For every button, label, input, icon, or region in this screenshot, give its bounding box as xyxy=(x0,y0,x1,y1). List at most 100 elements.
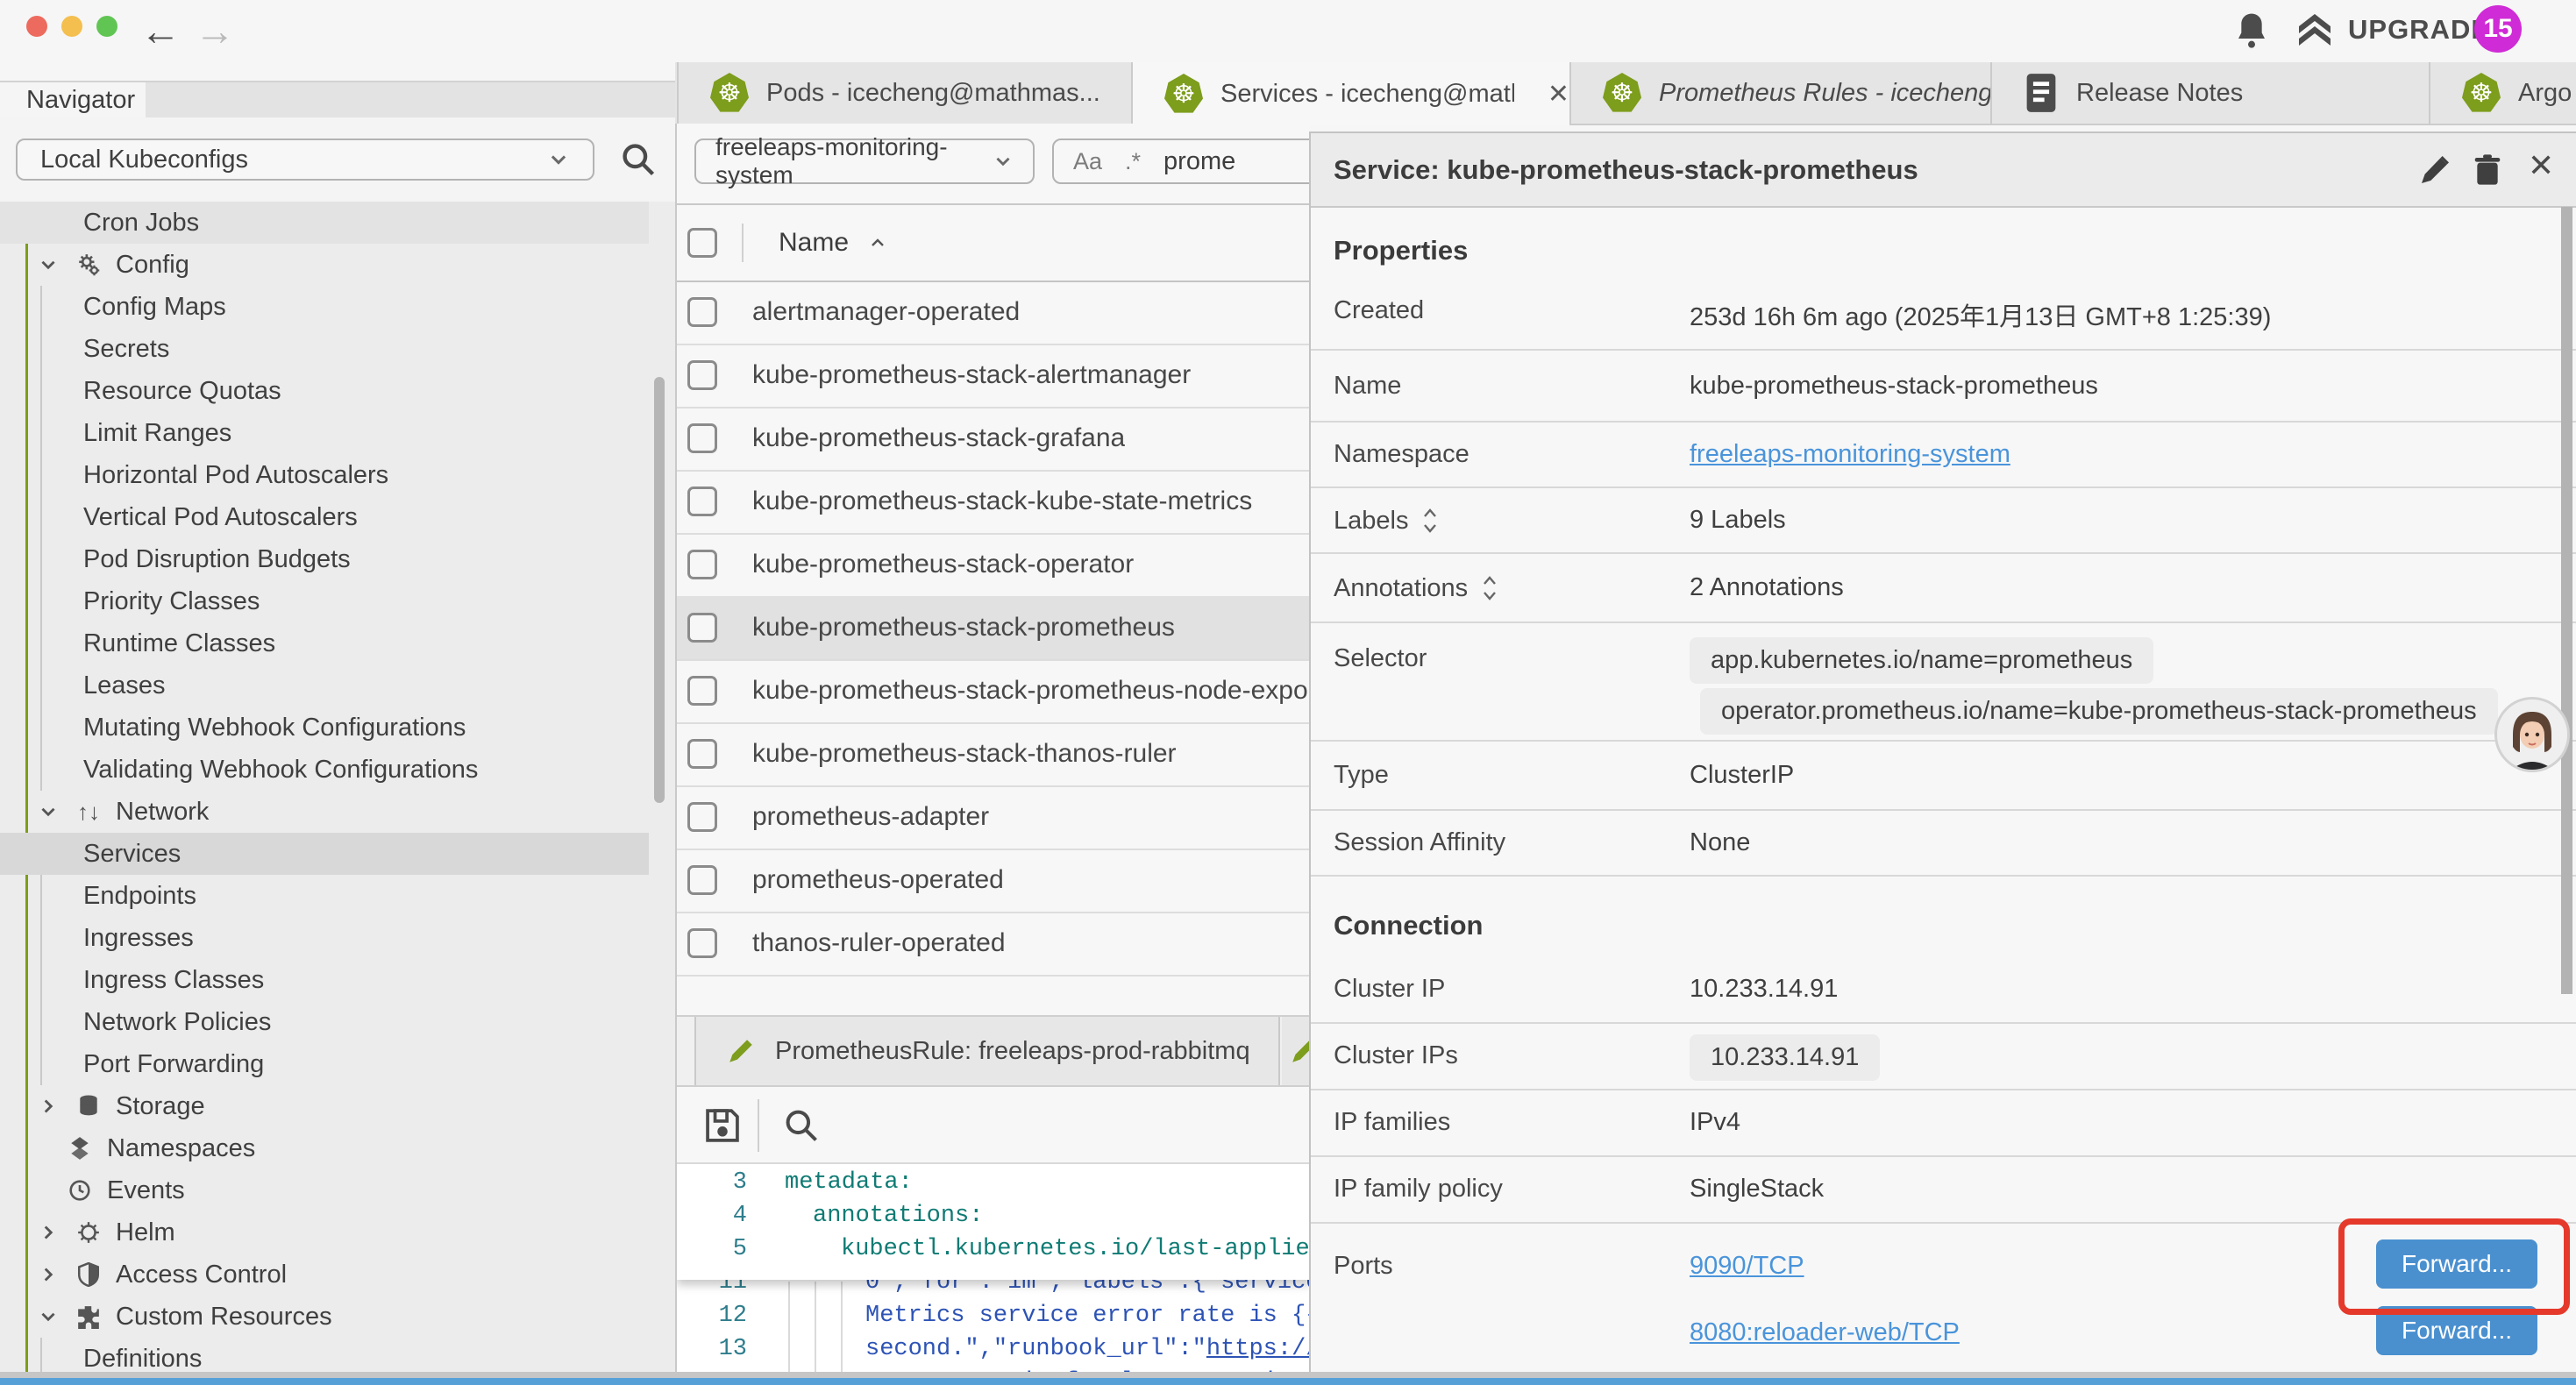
row-checkbox[interactable] xyxy=(687,865,717,895)
table-row[interactable]: thanos-ruler-operated xyxy=(677,912,1311,977)
table-row[interactable]: kube-prometheus-stack-kube-state-metrics xyxy=(677,470,1311,535)
tab-prometheus-rules[interactable]: ☸ Prometheus Rules - icecheng... xyxy=(1569,62,1990,124)
sidebar-item-namespaces[interactable]: Namespaces xyxy=(0,1127,649,1169)
chevron-right-icon xyxy=(35,1222,61,1243)
table-row[interactable]: prometheus-adapter xyxy=(677,785,1311,850)
sidebar-item-limit-ranges[interactable]: Limit Ranges xyxy=(0,412,649,454)
sidebar-item-mutating-webhook-configurations[interactable]: Mutating Webhook Configurations xyxy=(0,707,649,749)
sidebar-group-storage[interactable]: Storage xyxy=(0,1085,649,1127)
search-input[interactable]: Aa .* prome xyxy=(1052,138,1324,184)
row-checkbox[interactable] xyxy=(687,423,717,453)
row-checkbox[interactable] xyxy=(687,739,717,769)
detail-scrollbar[interactable] xyxy=(2561,207,2572,994)
name-column-header[interactable]: Name xyxy=(779,228,849,258)
sidebar-item-priority-classes[interactable]: Priority Classes xyxy=(0,580,649,622)
sidebar-item-config-maps[interactable]: Config Maps xyxy=(0,286,649,328)
sidebar-item-port-forwarding[interactable]: Port Forwarding xyxy=(0,1043,649,1085)
user-avatar[interactable] xyxy=(2494,697,2570,772)
sidebar-item-events[interactable]: Events xyxy=(0,1169,649,1211)
namespace-link[interactable]: freeleaps-monitoring-system xyxy=(1690,440,2010,469)
back-icon[interactable]: ← xyxy=(140,7,181,54)
sidebar-group-network[interactable]: ↑↓ Network xyxy=(0,791,649,833)
puzzle-icon xyxy=(75,1304,102,1329)
traffic-light-zoom[interactable] xyxy=(96,16,117,37)
traffic-light-minimize[interactable] xyxy=(61,16,82,37)
close-tab-icon[interactable]: ✕ xyxy=(1548,79,1569,110)
sidebar-group-helm[interactable]: Helm xyxy=(0,1211,649,1254)
sidebar-item-secrets[interactable]: Secrets xyxy=(0,328,649,370)
expand-collapse-icon[interactable] xyxy=(1482,573,1498,603)
chevron-down-icon xyxy=(993,151,1014,172)
sidebar-item-leases[interactable]: Leases xyxy=(0,664,649,707)
services-table: Name alertmanager-operated kube-promethe… xyxy=(677,203,1311,1103)
regex-toggle[interactable]: .* xyxy=(1125,148,1141,175)
app-window: ← → UPGRADE 15 ☸ Pods - icecheng@mathmas… xyxy=(0,0,2576,1385)
runbook-url-link[interactable]: https://net xyxy=(1206,1336,1311,1362)
editor-search-icon[interactable] xyxy=(782,1106,821,1145)
expand-collapse-icon[interactable] xyxy=(1422,506,1438,536)
sidebar-item-runtime-classes[interactable]: Runtime Classes xyxy=(0,622,649,664)
sidebar-item-services[interactable]: Services xyxy=(0,833,649,875)
sidebar-item-ingresses[interactable]: Ingresses xyxy=(0,917,649,959)
table-row[interactable]: kube-prometheus-stack-thanos-ruler xyxy=(677,722,1311,787)
row-checkbox[interactable] xyxy=(687,360,717,390)
port-link-9090[interactable]: 9090/TCP xyxy=(1690,1252,1804,1281)
kubeconfig-select[interactable]: Local Kubeconfigs xyxy=(16,138,594,181)
select-all-checkbox[interactable] xyxy=(687,228,717,258)
sidebar-group-config[interactable]: Config xyxy=(0,244,649,286)
row-checkbox[interactable] xyxy=(687,297,717,327)
sidebar-item-horizontal-pod-autoscalers[interactable]: Horizontal Pod Autoscalers xyxy=(0,454,649,496)
yaml-editor[interactable]: 11 0","for":"1m","labels":{"service":" 1… xyxy=(677,1164,1311,1385)
port-link-8080[interactable]: 8080:reloader-web/TCP xyxy=(1690,1318,1960,1347)
sidebar-group-custom-resources[interactable]: Custom Resources xyxy=(0,1296,649,1338)
tab-pods[interactable]: ☸ Pods - icecheng@mathmas... xyxy=(677,62,1131,124)
edit-pencil-icon[interactable] xyxy=(2417,153,2452,188)
row-checkbox[interactable] xyxy=(687,928,717,958)
row-checkbox[interactable] xyxy=(687,613,717,643)
sidebar-item-resource-quotas[interactable]: Resource Quotas xyxy=(0,370,649,412)
sidebar-item-definitions[interactable]: Definitions xyxy=(0,1338,649,1373)
traffic-light-close[interactable] xyxy=(26,16,47,37)
delete-trash-icon[interactable] xyxy=(2470,153,2505,188)
property-row-selector: Selector app.kubernetes.io/name=promethe… xyxy=(1311,623,2576,742)
row-checkbox[interactable] xyxy=(687,550,717,579)
sidebar-item-pod-disruption-budgets[interactable]: Pod Disruption Budgets xyxy=(0,538,649,580)
tab-release-notes[interactable]: Release Notes xyxy=(1990,62,2429,124)
helm-wheel-icon xyxy=(75,1220,102,1245)
row-checkbox[interactable] xyxy=(687,802,717,832)
sidebar-group-access-control[interactable]: Access Control xyxy=(0,1254,649,1296)
table-row[interactable]: kube-prometheus-stack-prometheus-node-ex… xyxy=(677,659,1311,724)
row-checkbox[interactable] xyxy=(687,487,717,516)
sidebar-item-network-policies[interactable]: Network Policies xyxy=(0,1001,649,1043)
notification-count-badge[interactable]: 15 xyxy=(2474,5,2522,53)
notifications-bell-icon[interactable] xyxy=(2234,11,2269,49)
tab-prometheusrule-editor[interactable]: PrometheusRule: freeleaps-prod-rabbitmq xyxy=(694,1017,1280,1085)
table-row[interactable]: prometheus-operated xyxy=(677,849,1311,913)
sidebar-item-vertical-pod-autoscalers[interactable]: Vertical Pod Autoscalers xyxy=(0,496,649,538)
search-icon[interactable] xyxy=(619,140,658,179)
chevron-down-icon xyxy=(35,1306,61,1327)
tab-argo[interactable]: ☸ Argo Se xyxy=(2429,62,2576,124)
close-panel-icon[interactable]: ✕ xyxy=(2528,147,2554,184)
upgrade-button[interactable]: UPGRADE xyxy=(2294,9,2490,51)
forward-icon[interactable]: → xyxy=(195,7,235,54)
sidebar-item-cron-jobs[interactable]: Cron Jobs xyxy=(0,202,649,244)
tab-services[interactable]: ☸ Services - icecheng@math... ✕ xyxy=(1131,62,1569,125)
sort-ascending-icon[interactable] xyxy=(868,233,887,252)
tab-navigator[interactable]: Navigator xyxy=(0,82,146,117)
table-row[interactable]: kube-prometheus-stack-alertmanager xyxy=(677,344,1311,408)
table-row[interactable]: kube-prometheus-stack-operator xyxy=(677,533,1311,598)
table-row[interactable]: alertmanager-operated xyxy=(677,281,1311,345)
sidebar-item-validating-webhook-configurations[interactable]: Validating Webhook Configurations xyxy=(0,749,649,791)
table-row[interactable]: kube-prometheus-stack-grafana xyxy=(677,407,1311,472)
chevron-down-icon xyxy=(35,801,61,822)
match-case-toggle[interactable]: Aa xyxy=(1073,148,1102,175)
table-row-selected[interactable]: kube-prometheus-stack-prometheus xyxy=(677,596,1311,661)
tab-editor-partial[interactable] xyxy=(1282,1017,1311,1085)
sidebar-item-ingress-classes[interactable]: Ingress Classes xyxy=(0,959,649,1001)
sidebar-scrollbar[interactable] xyxy=(654,377,665,803)
row-checkbox[interactable] xyxy=(687,676,717,706)
sidebar-item-endpoints[interactable]: Endpoints xyxy=(0,875,649,917)
namespace-select[interactable]: freeleaps-monitoring-system xyxy=(694,138,1035,184)
save-icon[interactable] xyxy=(703,1106,742,1145)
